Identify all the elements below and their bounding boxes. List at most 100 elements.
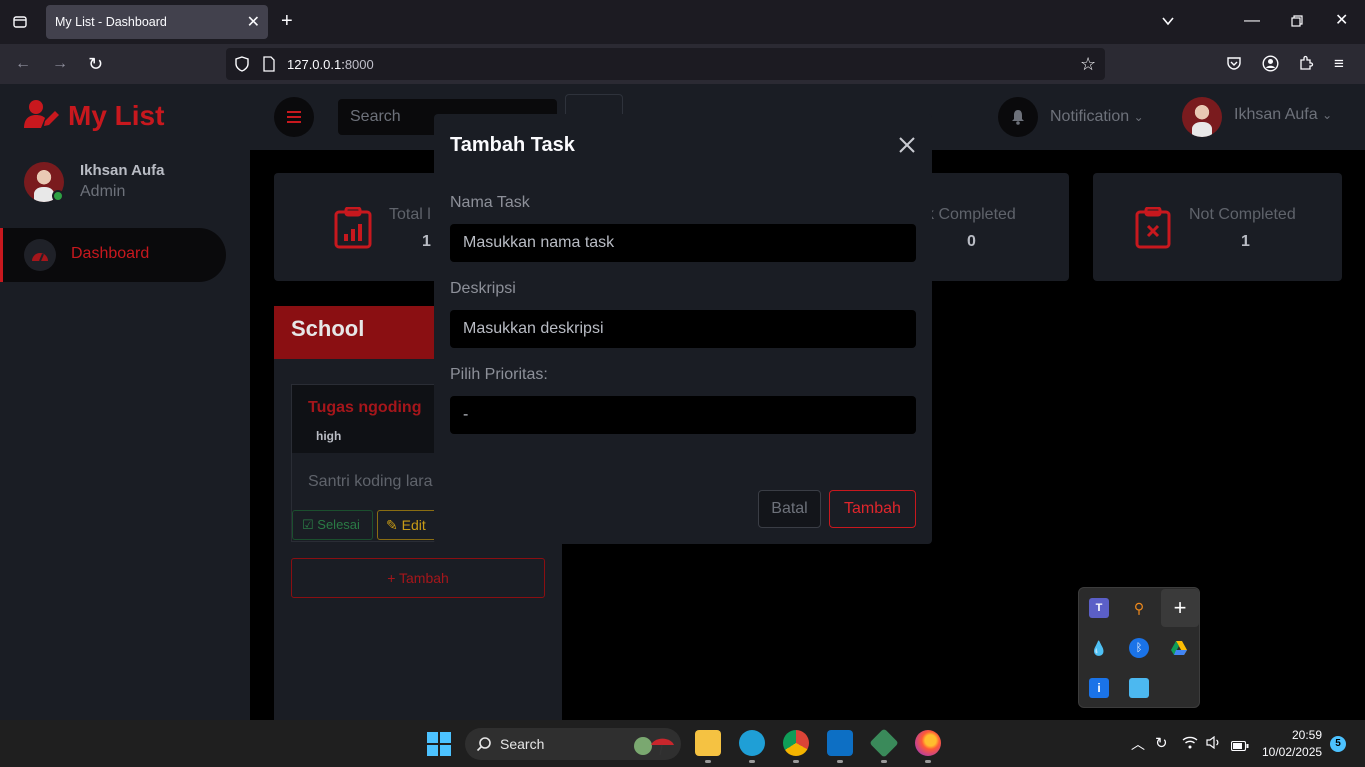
description-label: Deskripsi [450,280,516,297]
pocket-icon[interactable] [1226,55,1242,75]
task-description: Santri koding lara [308,473,433,490]
menu-toggle-button[interactable] [274,97,314,137]
notification-dropdown[interactable]: Notification ⌄ [1050,108,1144,126]
address-bar[interactable]: 127.0.0.1:8000 ☆ [226,48,1105,80]
forward-icon[interactable]: → [52,56,68,72]
clock-date[interactable]: 10/02/2025 [1262,745,1322,759]
account-icon[interactable] [1262,55,1279,76]
bookmark-star-icon[interactable]: ☆ [1080,55,1096,73]
wifi-icon[interactable] [1182,736,1198,754]
sidebar-item-label: Dashboard [71,245,150,262]
sidebar: My List Ikhsan Aufa Admin Dashboard [0,84,250,720]
tray-overflow-popup: T ⚲ + 💧 ᛒ i [1078,587,1200,708]
show-hidden-icons-chevron-icon[interactable]: ︿ [1131,734,1145,754]
notification-badge[interactable]: 5 [1330,736,1346,752]
chrome-icon[interactable] [783,730,809,756]
app-square-icon[interactable] [1129,678,1149,698]
topbar-user-name: Ikhsan Aufa [1234,106,1318,123]
user-dropdown[interactable]: Ikhsan Aufa ⌄ [1234,106,1332,124]
tab-list-icon[interactable] [12,14,28,34]
edit-task-button[interactable]: ✎ Edit [377,510,437,540]
shield-icon[interactable] [234,56,250,76]
restore-icon[interactable] [1290,14,1304,32]
complete-label: Selesai [317,517,360,532]
droplet-icon[interactable]: 💧 [1089,638,1109,658]
task-name-label: Nama Task [450,194,530,211]
clipboard-chart-icon [334,206,372,254]
sidebar-item-dashboard[interactable]: Dashboard [0,228,226,282]
priority-select[interactable]: - [450,396,916,434]
notification-label: Notification [1050,108,1130,125]
stat-value: 0 [967,233,976,250]
stat-label: sk Completed [918,206,1016,223]
windows-start-icon[interactable] [427,732,451,761]
add-icon[interactable]: + [1161,589,1199,627]
stat-card-not-completed: Not Completed 1 [1093,173,1342,281]
running-indicator [925,760,931,763]
extensions-icon[interactable] [1298,55,1314,75]
taskbar-search-label: Search [500,736,545,752]
task-name-input[interactable]: Masukkan nama task [450,224,916,262]
browser-nav-bar: ← → ↻ 127.0.0.1:8000 ☆ ≡ [0,44,1365,84]
stat-value: 1 [422,233,431,250]
cancel-button[interactable]: Batal [758,490,821,528]
vscode-icon[interactable] [827,730,853,756]
sidebar-user-name: Ikhsan Aufa [80,162,165,179]
umbrella-icon [631,733,675,762]
reload-icon[interactable]: ↻ [88,55,103,73]
battery-icon[interactable] [1230,738,1249,756]
brand[interactable]: My List [24,98,164,134]
bluetooth-icon[interactable]: ᛒ [1129,638,1149,658]
description-input[interactable]: Masukkan deskripsi [450,310,916,348]
info-icon[interactable]: i [1089,678,1109,698]
close-icon[interactable] [896,134,918,156]
task-title: Tugas ngoding [308,399,422,416]
dashboard-icon [24,239,56,271]
notification-button[interactable] [998,97,1038,137]
list-title: School [291,316,365,341]
git-icon[interactable] [869,728,899,758]
google-drive-icon[interactable] [1169,638,1189,658]
magnifier-icon[interactable]: ⚲ [1129,598,1149,618]
stat-label: Not Completed [1189,206,1296,223]
priority-label: Pilih Prioritas: [450,366,548,383]
bell-icon [1012,110,1024,125]
add-task-button[interactable]: + Tambah [291,558,545,598]
stat-value: 1 [1241,233,1250,250]
sync-icon[interactable]: ↻ [1155,734,1168,752]
teams-icon[interactable]: T [1089,598,1109,618]
complete-task-button[interactable]: ☑ Selesai [292,510,373,540]
chevron-down-icon: ⌄ [1322,108,1333,122]
sidebar-user-role: Admin [80,183,126,200]
url-text[interactable]: 127.0.0.1:8000 [287,57,374,72]
chevron-down-icon[interactable] [1160,13,1176,33]
volume-icon[interactable] [1206,735,1222,754]
pencil-icon: ✎ [386,517,398,533]
back-icon[interactable]: ← [15,56,31,72]
close-window-icon[interactable]: ✕ [1335,13,1348,29]
file-explorer-icon[interactable] [695,730,721,756]
running-indicator [793,760,799,763]
hamburger-menu-icon[interactable]: ≡ [1334,55,1344,72]
minimize-icon[interactable]: — [1244,13,1260,29]
clock-time[interactable]: 20:59 [1292,728,1322,742]
submit-button[interactable]: Tambah [829,490,916,528]
priority-badge: high [316,429,342,443]
browser-tab-active[interactable]: My List - Dashboard ✕ [46,5,268,39]
running-indicator [705,760,711,763]
add-task-modal: Tambah Task Nama Task Masukkan nama task… [434,114,932,544]
windows-taskbar: Search ︿ ↻ 20:59 10/02/2025 5 [0,720,1365,767]
browser-tab-bar: My List - Dashboard ✕ + — ✕ [0,0,1365,44]
stat-label: Total l [389,206,431,223]
bars-icon [287,111,301,123]
taskbar-search[interactable]: Search [465,728,681,760]
new-tab-icon[interactable]: + [281,11,293,31]
edit-label: Edit [401,517,426,533]
firefox-icon[interactable] [915,730,941,756]
page-icon [262,56,276,76]
close-tab-icon[interactable]: ✕ [247,12,260,32]
topbar-avatar[interactable] [1182,97,1222,137]
edge-icon[interactable] [739,730,765,756]
url-host: 127.0.0.1: [287,57,345,72]
search-icon [476,736,492,757]
